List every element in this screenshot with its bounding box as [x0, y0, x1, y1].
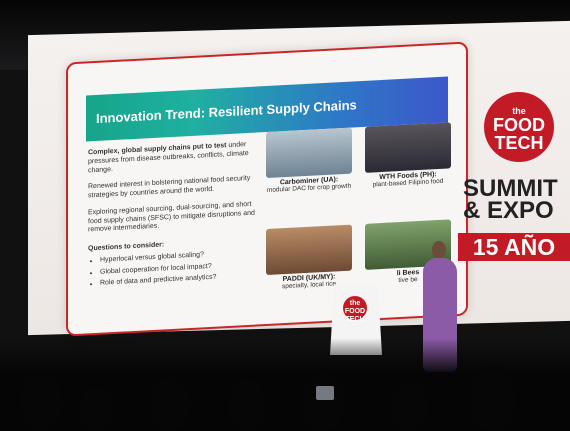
- photo-frame: Innovation Trend: Resilient Supply Chain…: [0, 0, 570, 431]
- audience-head: [228, 379, 266, 431]
- audience-head: [470, 365, 516, 431]
- audience-head: [302, 371, 344, 431]
- slide-text-column: Complex, global supply chains put to tes…: [88, 140, 258, 319]
- card-image: [266, 127, 352, 179]
- audience-head: [392, 381, 428, 431]
- audience-head: [150, 377, 190, 431]
- card-image: [365, 122, 451, 173]
- paragraph-1: Complex, global supply chains put to tes…: [88, 141, 249, 174]
- presentation-slide: Innovation Trend: Resilient Supply Chain…: [66, 41, 468, 337]
- audience-head: [80, 387, 114, 431]
- paragraph-3: Exploring regional sourcing, dual-sourci…: [88, 200, 255, 234]
- card-paddi: PADDI (UK/MY): specialty, local rice: [266, 224, 352, 292]
- event-branding: the FOOD TECH SUMMIT & EXPO 15 AÑO: [458, 92, 570, 262]
- audience-head: [20, 373, 62, 431]
- questions-list: Hyperlocal versus global scaling? Global…: [88, 248, 258, 289]
- summit-expo-text: SUMMIT & EXPO: [463, 175, 558, 224]
- paragraph-2: Renewed interest in bolstering national …: [88, 175, 251, 200]
- card-image: [266, 224, 352, 276]
- anniversary-badge: 15 AÑO: [458, 233, 570, 261]
- speaker-head: [432, 241, 446, 259]
- audience: [0, 338, 570, 431]
- foodtech-logo: the FOOD TECH: [484, 92, 554, 162]
- audience-phone: [316, 386, 334, 400]
- card-wth-foods: WTH Foods (PH): plant-based Filipino foo…: [365, 122, 451, 189]
- card-carbominer: Carbominer (UA): modular DAC for crop gr…: [266, 127, 352, 195]
- podium-logo: the FOOD TECH: [343, 296, 367, 323]
